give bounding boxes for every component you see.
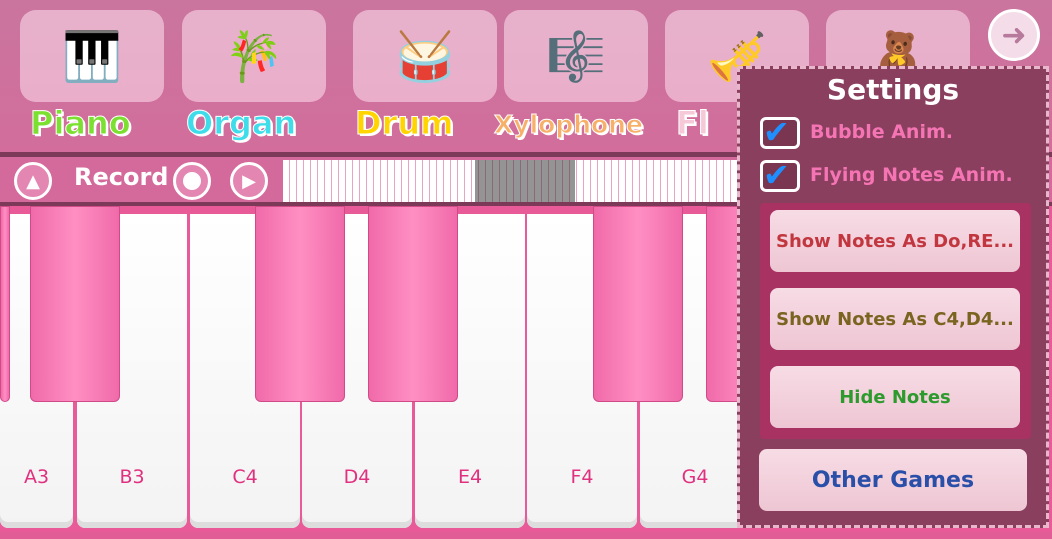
other-games-button[interactable]: Other Games — [759, 449, 1027, 511]
xylophone-label: Xylophone — [494, 110, 644, 140]
black-key[interactable] — [593, 206, 683, 402]
settings-panel: Settings ✔ Bubble Anim. ✔ Flying Notes A… — [737, 66, 1049, 528]
drum-label: Drum — [354, 104, 454, 143]
settings-title: Settings — [826, 73, 960, 106]
xylophone-icon: 🎼 — [546, 28, 606, 85]
organ-label: Organ — [185, 104, 297, 143]
xylophone-tile[interactable]: 🎼 — [504, 10, 648, 102]
show-notes-do-re-button[interactable]: Show Notes As Do,RE... — [770, 210, 1020, 272]
black-key[interactable] — [368, 206, 458, 402]
next-arrow-button[interactable]: ➜ — [988, 9, 1040, 61]
key-label: C4 — [232, 466, 258, 488]
triangle-up-icon: ▲ — [26, 170, 40, 192]
checkmark-icon: ✔ — [763, 113, 790, 151]
drum-tile[interactable]: 🥁 — [353, 10, 497, 102]
bubble-anim-checkbox[interactable]: ✔ — [760, 116, 800, 149]
piano-label: Piano — [30, 104, 132, 143]
key-label: E4 — [457, 466, 483, 488]
key-label: G4 — [681, 466, 709, 488]
organ-tile[interactable]: 🎋 — [182, 10, 326, 102]
play-button[interactable]: ▶ — [230, 162, 268, 200]
piano-tile[interactable]: 🎹 — [20, 10, 164, 102]
black-key[interactable] — [0, 206, 10, 402]
record-circle-icon — [183, 172, 201, 190]
flying-notes-anim-checkbox[interactable]: ✔ — [760, 159, 800, 192]
hide-notes-button[interactable]: Hide Notes — [770, 366, 1020, 428]
key-label: A3 — [23, 466, 50, 488]
key-label: F4 — [570, 466, 594, 488]
black-key[interactable] — [30, 206, 120, 402]
arrow-right-icon: ➜ — [1001, 17, 1027, 53]
note-display-options: Show Notes As Do,RE... Show Notes As C4,… — [760, 203, 1031, 439]
record-button[interactable] — [173, 162, 211, 200]
flute-label: Fl — [676, 104, 710, 143]
bubble-anim-label: Bubble Anim. — [810, 121, 953, 143]
key-label: B3 — [119, 466, 145, 488]
mini-keyboard-navigator[interactable] — [283, 160, 740, 202]
play-icon: ▶ — [242, 170, 256, 192]
pan-flute-icon: 🎋 — [224, 28, 284, 85]
piano-icon: 🎹 — [62, 28, 122, 85]
checkmark-icon: ✔ — [763, 156, 790, 194]
keyboard-viewport-handle[interactable] — [475, 160, 575, 202]
black-key[interactable] — [255, 206, 345, 402]
scroll-up-button[interactable]: ▲ — [14, 162, 52, 200]
flying-notes-anim-label: Flying Notes Anim. — [810, 164, 1013, 186]
show-notes-c4-d4-button[interactable]: Show Notes As C4,D4... — [770, 288, 1020, 350]
drum-icon: 🥁 — [395, 28, 455, 85]
record-label: Record — [74, 163, 169, 191]
key-label: D4 — [343, 466, 371, 488]
